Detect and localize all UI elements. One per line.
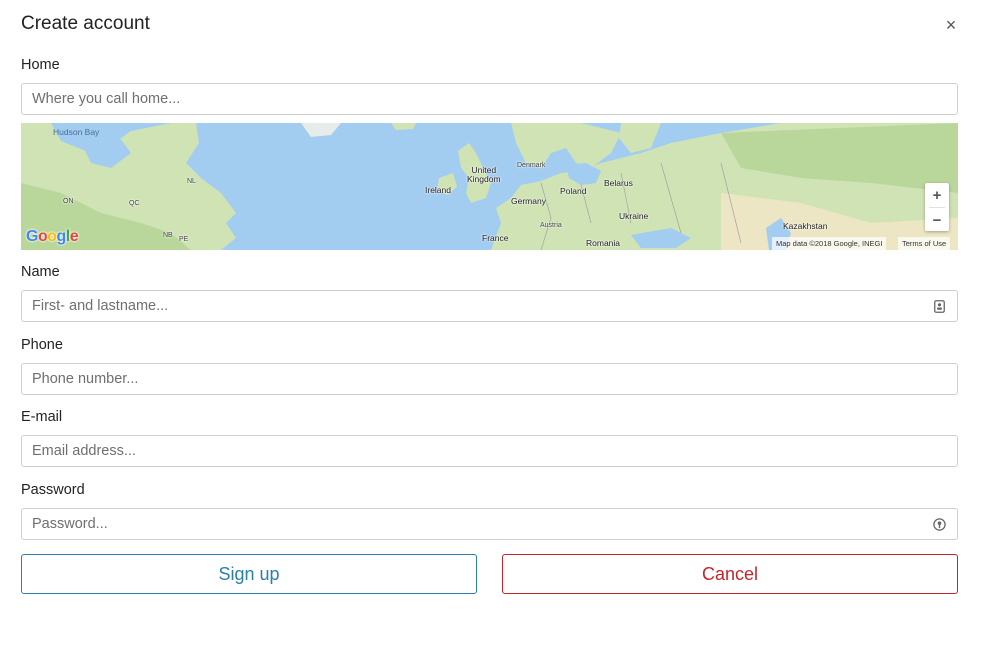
map-label-kazakhstan: Kazakhstan xyxy=(783,221,828,231)
name-field[interactable] xyxy=(21,290,958,322)
map-label-hudson-bay: Hudson Bay xyxy=(53,127,100,137)
sign-up-button[interactable]: Sign up xyxy=(21,554,477,594)
map[interactable]: Hudson Bay NL ON QC NB PE Ireland United… xyxy=(21,123,958,250)
home-input[interactable] xyxy=(32,84,947,114)
contact-card-icon[interactable] xyxy=(931,298,947,314)
name-label: Name xyxy=(21,264,60,280)
password-label: Password xyxy=(21,482,85,498)
map-attribution: Map data ©2018 Google, INEGI xyxy=(772,237,887,250)
home-label: Home xyxy=(21,57,60,73)
password-field[interactable] xyxy=(21,508,958,540)
map-label-romania: Romania xyxy=(586,238,621,248)
map-label-denmark: Denmark xyxy=(517,162,546,169)
map-label-austria: Austria xyxy=(540,222,562,229)
map-label-qc: QC xyxy=(129,200,140,207)
map-terms-link[interactable]: Terms of Use xyxy=(898,237,951,250)
map-label-ireland: Ireland xyxy=(425,185,451,195)
map-label-united-kingdom: United Kingdom xyxy=(467,165,501,184)
map-label-ukraine: Ukraine xyxy=(619,211,649,221)
cancel-button[interactable]: Cancel xyxy=(502,554,958,594)
email-input[interactable] xyxy=(32,436,947,466)
email-label: E-mail xyxy=(21,409,63,425)
map-label-germany: Germany xyxy=(511,196,546,206)
zoom-out-button[interactable]: − xyxy=(925,208,949,232)
email-field[interactable] xyxy=(21,435,958,467)
close-icon[interactable]: × xyxy=(940,14,962,36)
create-account-dialog: Create account × Home Where you call hom… xyxy=(0,0,1000,667)
google-logo: Google xyxy=(26,228,79,245)
map-label-pe: PE xyxy=(179,236,189,243)
map-label-nl: NL xyxy=(187,178,196,185)
key-icon[interactable] xyxy=(931,516,947,532)
phone-label: Phone xyxy=(21,337,63,353)
map-zoom-control: + − xyxy=(925,183,949,231)
phone-field[interactable] xyxy=(21,363,958,395)
map-label-france: France xyxy=(482,233,509,243)
home-field[interactable] xyxy=(21,83,958,115)
password-input[interactable] xyxy=(32,509,925,539)
map-label-poland: Poland xyxy=(560,186,587,196)
dialog-title: Create account xyxy=(21,13,150,34)
map-label-nb: NB xyxy=(163,232,173,239)
map-label-belarus: Belarus xyxy=(604,178,633,188)
map-label-on: ON xyxy=(63,198,74,205)
name-input[interactable] xyxy=(32,291,925,321)
zoom-in-button[interactable]: + xyxy=(925,183,949,207)
phone-input[interactable] xyxy=(32,364,947,394)
